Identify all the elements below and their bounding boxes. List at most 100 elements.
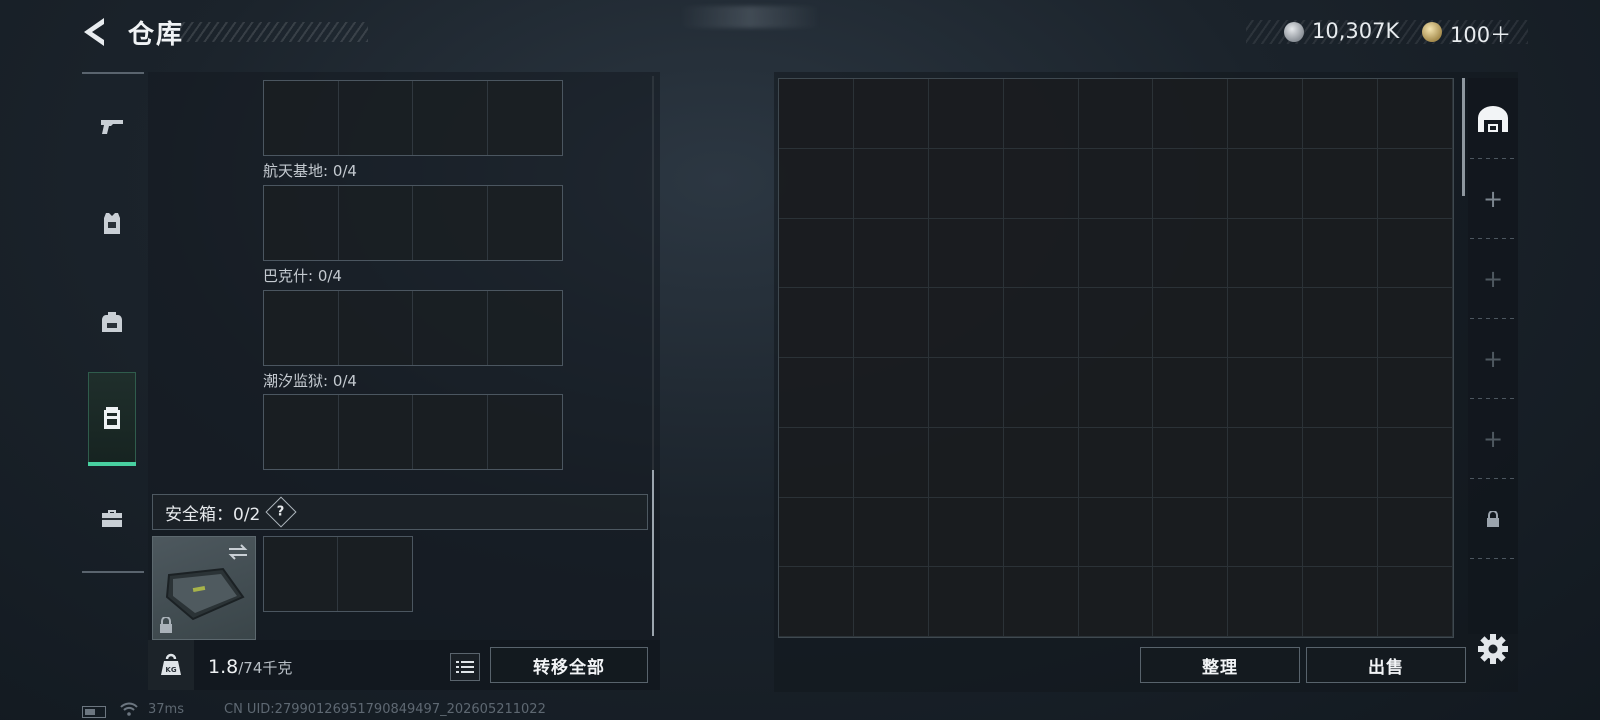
stash-cell[interactable] [1303, 288, 1379, 358]
stash-cell[interactable] [853, 288, 929, 358]
stash-cell[interactable] [928, 358, 1004, 428]
stash-cell[interactable] [1378, 358, 1453, 428]
stash-cell[interactable] [779, 218, 854, 289]
stash-cell[interactable] [853, 497, 929, 568]
stash-cell[interactable] [779, 358, 854, 428]
stash-cell[interactable] [779, 148, 854, 219]
stash-cell[interactable] [1153, 288, 1229, 358]
stash-cell[interactable] [1003, 358, 1079, 428]
stash-cell[interactable] [1003, 218, 1079, 289]
left-scroll-thumb[interactable] [652, 470, 654, 636]
stash-cell[interactable] [1303, 567, 1379, 637]
stash-tab-add-4[interactable]: + [1468, 400, 1518, 478]
stash-tab-add-3[interactable]: + [1468, 320, 1518, 398]
stash-cell[interactable] [853, 218, 929, 289]
stash-cell[interactable] [1003, 567, 1079, 637]
stash-cell[interactable] [928, 497, 1004, 568]
stash-cell[interactable] [1003, 288, 1079, 358]
stash-cell[interactable] [1303, 148, 1379, 219]
stash-cell[interactable] [779, 288, 854, 358]
stash-cell[interactable] [1378, 79, 1453, 149]
stash-grid[interactable] [778, 78, 1454, 638]
stash-cell[interactable] [928, 148, 1004, 219]
transfer-all-button[interactable]: 转移全部 [490, 647, 648, 683]
stash-cell[interactable] [853, 358, 929, 428]
stash-cell[interactable] [1003, 148, 1079, 219]
stash-cell[interactable] [1228, 148, 1304, 219]
sidebar-item-armor[interactable] [88, 178, 136, 270]
stash-cell[interactable] [1228, 288, 1304, 358]
stash-cell[interactable] [1228, 358, 1304, 428]
sidebar-item-chest-rig[interactable] [88, 372, 136, 464]
stash-cell[interactable] [1153, 427, 1229, 498]
stash-cell[interactable] [1078, 427, 1154, 498]
help-icon[interactable]: ? [265, 496, 297, 528]
stash-cell[interactable] [1153, 79, 1229, 149]
stash-tab-main[interactable] [1468, 80, 1518, 158]
stash-cell[interactable] [1303, 358, 1379, 428]
stash-cell[interactable] [779, 497, 854, 568]
stash-cell[interactable] [779, 79, 854, 149]
list-view-button[interactable] [450, 653, 480, 681]
stash-cell[interactable] [1303, 79, 1379, 149]
stash-cell[interactable] [1378, 497, 1453, 568]
stash-cell[interactable] [1003, 79, 1079, 149]
stash-cell[interactable] [1228, 497, 1304, 568]
stash-cell[interactable] [928, 218, 1004, 289]
stash-cell[interactable] [1078, 218, 1154, 289]
stash-tab-add-1[interactable]: + [1468, 160, 1518, 238]
stash-cell[interactable] [779, 567, 854, 637]
tidy-button[interactable]: 整理 [1140, 647, 1300, 683]
stash-cell[interactable] [928, 567, 1004, 637]
stash-cell[interactable] [1153, 497, 1229, 568]
sell-button[interactable]: 出售 [1306, 647, 1466, 683]
stash-cell[interactable] [1228, 79, 1304, 149]
safebox-item[interactable] [152, 536, 256, 640]
sidebar-item-weapons[interactable] [88, 80, 136, 172]
stash-cell[interactable] [1228, 218, 1304, 289]
stash-tab-locked[interactable] [1468, 480, 1518, 558]
stash-cell[interactable] [1303, 218, 1379, 289]
back-arrow-icon[interactable] [80, 16, 110, 48]
stash-cell[interactable] [1003, 497, 1079, 568]
stash-cell[interactable] [1078, 79, 1154, 149]
gold-currency-amount[interactable]: 100＋ [1450, 19, 1511, 49]
stash-cell[interactable] [1303, 427, 1379, 498]
slot-grid-tide-prison[interactable] [263, 394, 563, 470]
stash-cell[interactable] [928, 427, 1004, 498]
stash-cell[interactable] [928, 288, 1004, 358]
stash-cell[interactable] [1153, 148, 1229, 219]
stash-cell[interactable] [1378, 427, 1453, 498]
stash-cell[interactable] [853, 79, 929, 149]
stash-cell[interactable] [1078, 288, 1154, 358]
stash-tab-add-2[interactable]: + [1468, 240, 1518, 318]
stash-cell[interactable] [1378, 148, 1453, 219]
stash-cell[interactable] [1378, 218, 1453, 289]
stash-cell[interactable] [1153, 358, 1229, 428]
slot-grid-space-base[interactable] [263, 185, 563, 261]
stash-scroll-thumb[interactable] [1462, 78, 1465, 196]
stash-cell[interactable] [853, 567, 929, 637]
stash-cell[interactable] [1078, 567, 1154, 637]
stash-cell[interactable] [853, 427, 929, 498]
stash-cell[interactable] [853, 148, 929, 219]
stash-cell[interactable] [1078, 358, 1154, 428]
slot-grid-top[interactable] [263, 80, 563, 156]
stash-cell[interactable] [1153, 218, 1229, 289]
gear-icon[interactable] [1476, 632, 1510, 666]
stash-cell[interactable] [928, 79, 1004, 149]
stash-cell[interactable] [1378, 567, 1453, 637]
slot-grid-safebox[interactable] [263, 536, 413, 612]
stash-cell[interactable] [1003, 427, 1079, 498]
stash-cell[interactable] [1303, 497, 1379, 568]
swap-icon[interactable] [227, 543, 249, 561]
stash-cell[interactable] [779, 427, 854, 498]
sidebar-item-toolbox[interactable] [88, 472, 136, 564]
stash-cell[interactable] [1078, 497, 1154, 568]
stash-cell[interactable] [1378, 288, 1453, 358]
slot-grid-bakhsh[interactable] [263, 290, 563, 366]
stash-cell[interactable] [1228, 427, 1304, 498]
stash-cell[interactable] [1153, 567, 1229, 637]
stash-cell[interactable] [1228, 567, 1304, 637]
stash-cell[interactable] [1078, 148, 1154, 219]
